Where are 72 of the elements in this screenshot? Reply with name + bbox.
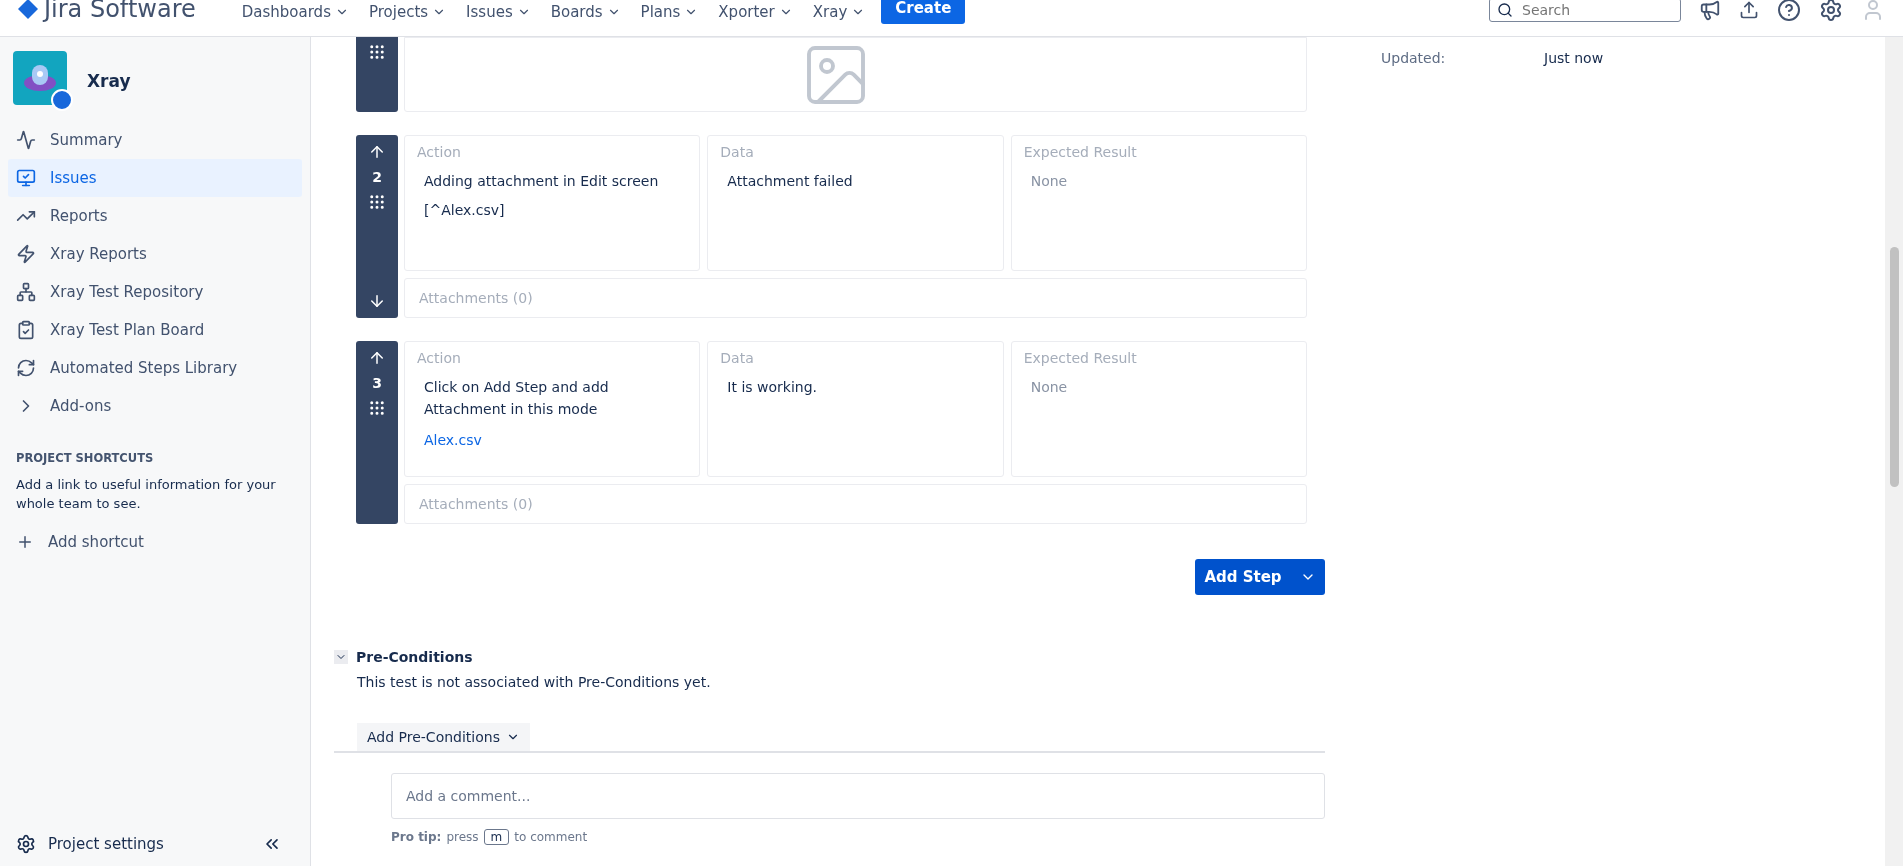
comment-field[interactable]: Add a comment... [391, 773, 1325, 819]
add-step-button[interactable]: Add Step [1195, 559, 1325, 595]
help-icon[interactable] [1777, 0, 1801, 22]
plus-icon [16, 533, 34, 551]
keyboard-key: m [483, 829, 510, 845]
step-number: 2 [372, 169, 382, 185]
move-down-icon[interactable] [368, 292, 386, 310]
create-button[interactable]: Create [881, 0, 966, 24]
monitor-check-icon [16, 168, 36, 188]
field-label: Action [417, 144, 462, 160]
tip-text: to comment [514, 830, 588, 844]
hierarchy-icon [16, 282, 36, 302]
upload-icon[interactable] [1739, 0, 1759, 20]
refresh-icon [16, 358, 36, 378]
project-avatar [13, 51, 73, 111]
project-name: Xray [87, 71, 131, 91]
detail-label: Updated: [1381, 50, 1447, 68]
field-label: Expected Result [1023, 350, 1138, 366]
drag-grid-icon[interactable] [368, 399, 386, 417]
nav-menu[interactable]: Xporter [708, 3, 803, 21]
preconditions-message: This test is not associated with Pre-Conditions yet. [357, 674, 712, 690]
lightning-icon [16, 244, 36, 264]
field-label: Data [720, 350, 755, 366]
tip-label: Pro tip: [391, 830, 442, 844]
data-text: Attachment failed [726, 172, 854, 191]
pulse-icon [16, 130, 36, 150]
tip-text: press [446, 830, 479, 844]
nav-menu[interactable]: Dashboards [231, 3, 359, 21]
action-text: Adding attachment in Edit screen [423, 172, 660, 191]
nav-menu[interactable]: Issues [456, 3, 541, 21]
sidebar-item[interactable]: Xray Test Plan Board [8, 311, 302, 349]
nav-menu[interactable]: Boards [540, 3, 631, 21]
sidebar-item[interactable]: Summary [8, 121, 302, 159]
sidebar-item[interactable]: Reports [8, 197, 302, 235]
step-number: 3 [372, 375, 382, 391]
megaphone-icon[interactable] [1699, 0, 1721, 21]
settings-icon[interactable] [1819, 0, 1843, 22]
detail-value: Just now [1544, 50, 1604, 68]
sidebar-item[interactable]: Automated Steps Library [8, 349, 302, 387]
search-icon [1497, 2, 1513, 18]
sidebar-item[interactable]: Add-ons [8, 387, 302, 425]
attachments-bar: Attachments (0) [404, 278, 1307, 318]
action-text: Click on Add Step and add Attachment in this mode [423, 378, 610, 419]
drag-grid-icon[interactable] [368, 193, 386, 211]
move-up-icon[interactable] [368, 143, 386, 161]
section-heading: PROJECT SHORTCUTS [16, 451, 155, 465]
move-up-icon[interactable] [368, 349, 386, 367]
settings-icon [16, 834, 36, 854]
attachment-link[interactable]: Alex.csv [417, 432, 482, 448]
drag-grid-icon[interactable] [368, 43, 386, 61]
sidebar-item[interactable]: Xray Reports [8, 235, 302, 273]
expected-result-text: None [1029, 378, 1069, 397]
collapse-toggle[interactable] [334, 650, 348, 664]
add-shortcut-link[interactable]: Add shortcut [8, 523, 302, 561]
section-title: Pre-Conditions [356, 649, 473, 665]
sidebar-item[interactable]: Issues [8, 159, 302, 197]
nav-menu[interactable]: Projects [358, 3, 457, 21]
field-label: Data [720, 144, 755, 160]
nav-menu[interactable]: Xray [802, 3, 876, 21]
add-preconditions-button[interactable]: Add Pre-Conditions [357, 723, 530, 751]
attachments-bar: Attachments (0) [404, 484, 1307, 524]
data-text: It is working. [726, 378, 818, 397]
sidebar-item[interactable]: Xray Test Repository [8, 273, 302, 311]
project-settings-link[interactable]: Project settings [16, 834, 164, 854]
attachment-text: [^Alex.csv] [423, 202, 506, 218]
nav-menu[interactable]: Plans [630, 3, 709, 21]
shortcuts-description: Add a link to useful information for your whole team to see. [16, 476, 277, 513]
field-label: Expected Result [1023, 144, 1138, 160]
clipboard-check-icon [16, 320, 36, 340]
field-label: Action [417, 350, 462, 366]
search-field[interactable]: Search [1489, 0, 1681, 22]
expected-result-text: None [1029, 172, 1069, 191]
